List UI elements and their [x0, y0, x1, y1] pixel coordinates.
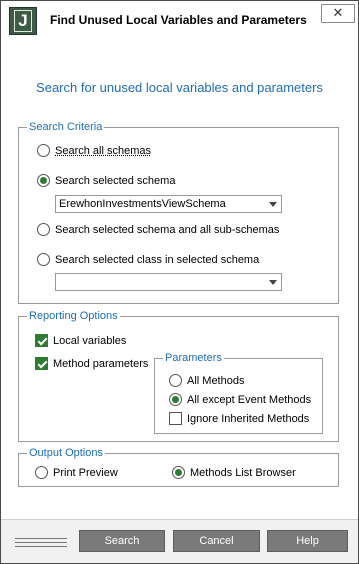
search-selected-schema-option[interactable]: Search selected schema: [37, 174, 175, 187]
local-variables-checkbox[interactable]: [35, 334, 48, 347]
search-selected-class-option[interactable]: Search selected class in selected schema: [37, 253, 259, 266]
ignore-inherited-label: Ignore Inherited Methods: [187, 412, 310, 425]
local-variables-label: Local variables: [53, 334, 127, 347]
chevron-down-icon: [269, 202, 277, 207]
chevron-down-icon: [269, 280, 277, 285]
output-options-legend: Output Options: [29, 447, 103, 459]
cancel-button[interactable]: Cancel: [173, 530, 260, 552]
search-all-schemas-radio[interactable]: [37, 144, 50, 157]
methods-list-browser-option[interactable]: Methods List Browser: [172, 466, 296, 479]
all-methods-radio[interactable]: [169, 374, 182, 387]
dialog-window: J Find Unused Local Variables and Parame…: [0, 0, 359, 564]
class-combo[interactable]: [55, 273, 282, 291]
search-schema-subschemas-label: Search selected schema and all sub-schem…: [55, 223, 280, 236]
all-except-event-option[interactable]: All except Event Methods: [169, 393, 311, 406]
methods-list-browser-label: Methods List Browser: [190, 466, 296, 479]
print-preview-option[interactable]: Print Preview: [35, 466, 118, 479]
search-selected-class-label: Search selected class in selected schema: [55, 253, 260, 266]
all-methods-label: All Methods: [187, 374, 245, 387]
button-bar: Search Cancel Help: [1, 519, 358, 563]
search-selected-schema-radio[interactable]: [37, 174, 50, 187]
local-variables-option[interactable]: Local variables: [35, 334, 126, 347]
all-except-event-label: All except Event Methods: [187, 393, 312, 406]
schema-combo-value: ErewhonInvestmentsViewSchema: [59, 198, 226, 210]
search-schema-subschemas-option[interactable]: Search selected schema and all sub-schem…: [37, 223, 279, 236]
method-parameters-checkbox[interactable]: [35, 357, 48, 370]
ignore-inherited-checkbox[interactable]: [169, 412, 182, 425]
search-selected-schema-label: Search selected schema: [55, 174, 176, 187]
title-bar: J Find Unused Local Variables and Parame…: [1, 1, 358, 39]
method-parameters-option[interactable]: Method parameters: [35, 357, 148, 370]
schema-combo[interactable]: ErewhonInvestmentsViewSchema: [55, 195, 282, 213]
help-button[interactable]: Help: [267, 530, 348, 552]
search-all-schemas-option[interactable]: Search all schemas: [37, 144, 151, 157]
search-criteria-legend: Search Criteria: [29, 121, 103, 133]
method-parameters-label: Method parameters: [53, 357, 149, 370]
grip-icon: [15, 538, 67, 550]
app-logo: J: [9, 7, 37, 35]
methods-list-browser-radio[interactable]: [172, 466, 185, 479]
parameters-legend: Parameters: [165, 352, 222, 364]
all-except-event-radio[interactable]: [169, 393, 182, 406]
print-preview-label: Print Preview: [53, 466, 118, 479]
window-title: Find Unused Local Variables and Paramete…: [50, 13, 307, 27]
search-schema-subschemas-radio[interactable]: [37, 223, 50, 236]
ignore-inherited-option[interactable]: Ignore Inherited Methods: [169, 412, 309, 425]
search-all-schemas-label: Search all schemas: [55, 144, 151, 157]
close-icon: ✕: [332, 5, 344, 20]
all-methods-option[interactable]: All Methods: [169, 374, 244, 387]
reporting-options-legend: Reporting Options: [29, 310, 118, 322]
close-button[interactable]: ✕: [321, 4, 355, 23]
search-button[interactable]: Search: [79, 530, 165, 552]
header-text: Search for unused local variables and pa…: [36, 80, 323, 95]
search-selected-class-radio[interactable]: [37, 253, 50, 266]
app-logo-letter: J: [14, 10, 32, 32]
print-preview-radio[interactable]: [35, 466, 48, 479]
